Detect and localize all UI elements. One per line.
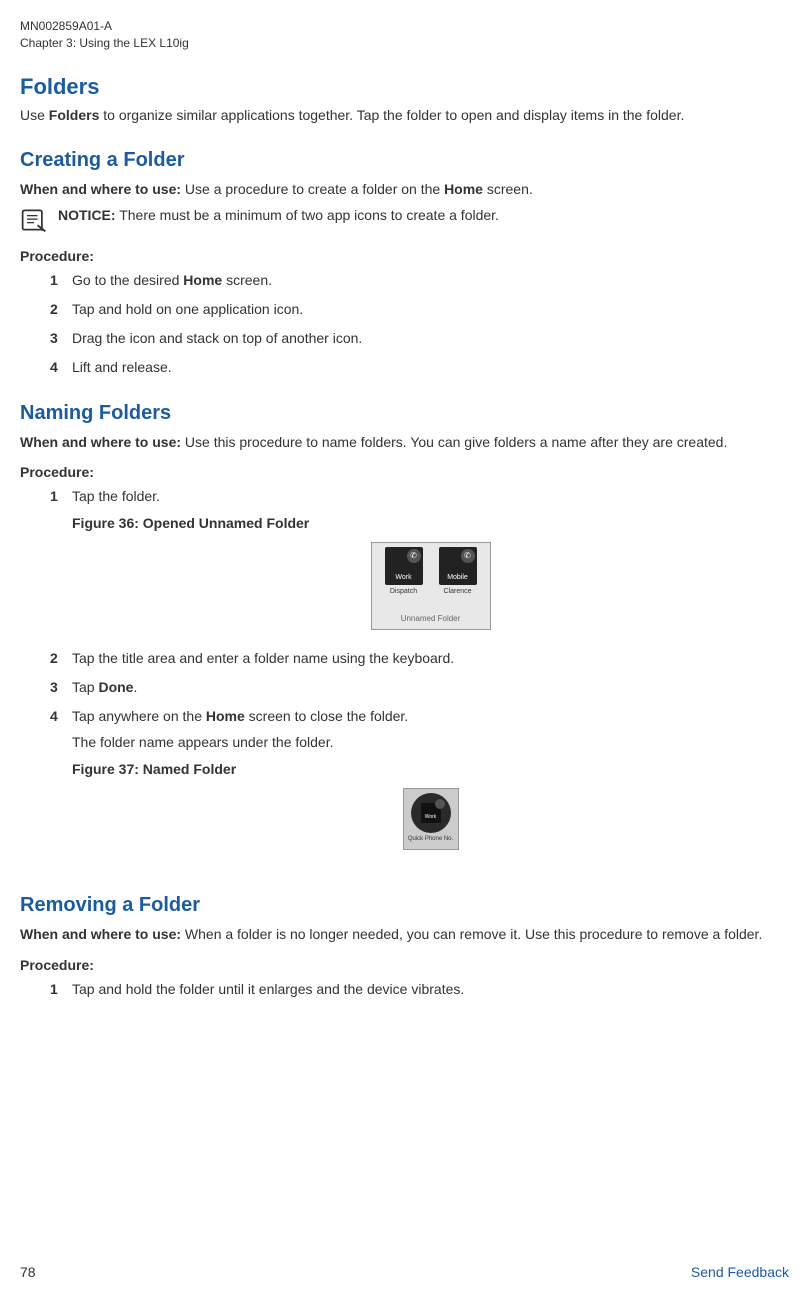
figure-37: Work Quick Phone No. — [72, 788, 789, 850]
creating-steps: 1Go to the desired Home screen. 2Tap and… — [20, 270, 789, 378]
label: When and where to use: — [20, 181, 181, 197]
folder-title-text: Unnamed Folder — [376, 613, 486, 625]
notice-icon — [20, 206, 48, 234]
step-number: 3 — [50, 328, 72, 349]
text: Use a procedure to create a folder on th… — [181, 181, 444, 197]
named-folder-image: Work Quick Phone No. — [403, 788, 459, 850]
phone-app-icon: ✆ Work — [385, 547, 423, 585]
step-number: 4 — [50, 706, 72, 860]
bold-text: Done — [98, 679, 133, 695]
naming-when: When and where to use: Use this procedur… — [20, 433, 789, 453]
step: 3Drag the icon and stack on top of anoth… — [50, 328, 789, 349]
figure-36-caption: Figure 36: Opened Unnamed Folder — [72, 513, 789, 534]
text: Lift and release. — [72, 357, 789, 378]
text: to organize similar applications togethe… — [99, 107, 684, 123]
doc-id: MN002859A01-A — [20, 18, 789, 35]
folder-icons-row: ✆ Work Dispatch ✆ Mobile Clarence — [376, 547, 486, 609]
chapter-label: Chapter 3: Using the LEX L10ig — [20, 35, 789, 52]
notice-block: NOTICE: There must be a minimum of two a… — [20, 206, 789, 234]
app-tile: ✆ Mobile Clarence — [434, 547, 482, 609]
text: Go to the desired — [72, 272, 183, 288]
step: 1Go to the desired Home screen. — [50, 270, 789, 291]
phone-badge-icon: ✆ — [461, 549, 475, 563]
removing-steps: 1Tap and hold the folder until it enlarg… — [20, 979, 789, 1000]
naming-steps: 1 Tap the folder. Figure 36: Opened Unna… — [20, 486, 789, 860]
step-number: 2 — [50, 648, 72, 669]
text: . — [133, 679, 137, 695]
section-removing-title: Removing a Folder — [20, 894, 789, 917]
text: Tap and hold on one application icon. — [72, 299, 789, 320]
text: Tap the folder. — [72, 488, 160, 504]
phone-badge-icon — [435, 799, 445, 809]
phone-app-icon: Work — [421, 803, 441, 823]
folders-intro: Use Folders to organize similar applicat… — [20, 106, 789, 126]
page-number: 78 — [20, 1264, 36, 1280]
section-folders-title: Folders — [20, 74, 789, 100]
text: screen. — [483, 181, 533, 197]
step: 1 Tap the folder. Figure 36: Opened Unna… — [50, 486, 789, 640]
bold-text: Home — [183, 272, 222, 288]
step: 4 Tap anywhere on the Home screen to clo… — [50, 706, 789, 860]
send-feedback-link[interactable]: Send Feedback — [691, 1264, 789, 1280]
step-number: 4 — [50, 357, 72, 378]
text: screen. — [222, 272, 272, 288]
phone-badge-icon: ✆ — [407, 549, 421, 563]
figure-36: ✆ Work Dispatch ✆ Mobile Clarence — [72, 542, 789, 630]
notice-label: NOTICE: — [58, 207, 116, 223]
text: When a folder is no longer needed, you c… — [181, 926, 762, 942]
text: Tap the title area and enter a folder na… — [72, 648, 789, 669]
folder-open-image: ✆ Work Dispatch ✆ Mobile Clarence — [371, 542, 491, 630]
step-number: 1 — [50, 486, 72, 640]
step-number: 2 — [50, 299, 72, 320]
procedure-label: Procedure: — [20, 464, 789, 480]
text: Drag the icon and stack on top of anothe… — [72, 328, 789, 349]
folder-circle-icon: Work — [411, 793, 451, 833]
page-footer: 78 Send Feedback — [20, 1264, 789, 1280]
bold-text: Home — [206, 708, 245, 724]
app-label: Work — [385, 573, 423, 584]
procedure-label: Procedure: — [20, 957, 789, 973]
removing-when: When and where to use: When a folder is … — [20, 925, 789, 945]
folder-name-label: Quick Phone No. — [408, 835, 453, 844]
text: Use — [20, 107, 49, 123]
text: Tap anywhere on the — [72, 708, 206, 724]
phone-app-icon: ✆ Mobile — [439, 547, 477, 585]
doc-header: MN002859A01-A Chapter 3: Using the LEX L… — [20, 18, 789, 52]
label: When and where to use: — [20, 926, 181, 942]
step: 2Tap and hold on one application icon. — [50, 299, 789, 320]
bold-text: Home — [444, 181, 483, 197]
app-label: Work — [421, 814, 441, 822]
step: 1Tap and hold the folder until it enlarg… — [50, 979, 789, 1000]
creating-when: When and where to use: Use a procedure t… — [20, 180, 789, 200]
step: 2Tap the title area and enter a folder n… — [50, 648, 789, 669]
figure-37-caption: Figure 37: Named Folder — [72, 759, 789, 780]
step-number: 3 — [50, 677, 72, 698]
step-number: 1 — [50, 270, 72, 291]
app-sublabel: Dispatch — [390, 587, 417, 598]
bold-text: Folders — [49, 107, 100, 123]
text: Use this procedure to name folders. You … — [181, 434, 727, 450]
result-text: The folder name appears under the folder… — [72, 733, 789, 753]
section-naming-title: Naming Folders — [20, 402, 789, 425]
step: 4Lift and release. — [50, 357, 789, 378]
text: Tap — [72, 679, 98, 695]
text: screen to close the folder. — [245, 708, 408, 724]
notice-text: NOTICE: There must be a minimum of two a… — [58, 206, 499, 226]
text: Tap and hold the folder until it enlarge… — [72, 979, 789, 1000]
app-sublabel: Clarence — [443, 587, 471, 598]
step-number: 1 — [50, 979, 72, 1000]
app-label: Mobile — [439, 573, 477, 584]
section-creating-title: Creating a Folder — [20, 149, 789, 172]
text: There must be a minimum of two app icons… — [116, 207, 499, 223]
label: When and where to use: — [20, 434, 181, 450]
step: 3Tap Done. — [50, 677, 789, 698]
app-tile: ✆ Work Dispatch — [380, 547, 428, 609]
procedure-label: Procedure: — [20, 248, 789, 264]
